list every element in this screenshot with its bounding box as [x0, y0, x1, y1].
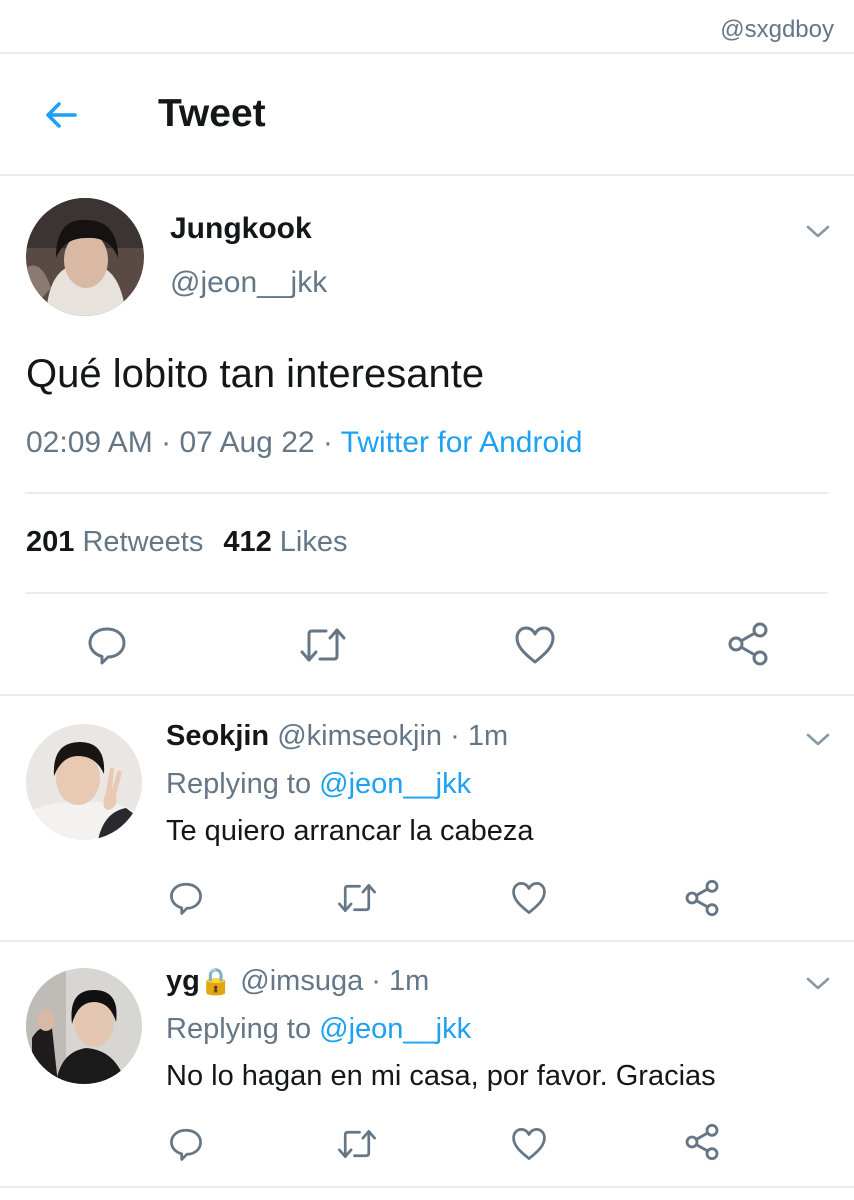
tweet-source-link[interactable]: Twitter for Android — [341, 426, 583, 459]
share-button[interactable] — [722, 618, 774, 670]
divider — [0, 940, 854, 942]
page-title: Tweet — [158, 92, 266, 135]
meta-separator: · — [442, 720, 468, 752]
divider — [0, 694, 854, 696]
retweets-count: 201 — [26, 526, 75, 558]
retweet-icon — [338, 884, 376, 912]
retweet-button[interactable] — [334, 1122, 380, 1166]
heart-icon — [512, 882, 546, 914]
replying-to-mention[interactable]: @jeon__jkk — [319, 768, 471, 800]
meta-separator: · — [152, 426, 180, 459]
author-name[interactable]: Jungkook — [170, 212, 312, 246]
divider — [0, 52, 854, 54]
reply-author-handle[interactable]: @kimseokjin — [277, 720, 442, 752]
more-options-button[interactable] — [802, 216, 834, 248]
divider — [0, 174, 854, 176]
reply-time: 1m — [467, 720, 509, 752]
reply-text: Te quiero arrancar la cabeza — [166, 815, 534, 847]
replying-to: Replying to @jeon__jkk — [166, 1013, 471, 1046]
replying-to-mention[interactable]: @jeon__jkk — [319, 1013, 471, 1045]
likes-count: 412 — [223, 526, 272, 558]
chevron-down-icon — [806, 225, 830, 238]
chevron-down-icon — [806, 977, 830, 990]
share-icon — [685, 1123, 719, 1161]
like-button[interactable] — [508, 1122, 550, 1166]
share-button[interactable] — [680, 876, 724, 920]
heart-icon — [515, 626, 555, 664]
reply-icon — [88, 627, 126, 665]
reply-icon — [170, 1128, 202, 1161]
retweet-icon — [300, 628, 346, 662]
retweet-button[interactable] — [334, 876, 380, 920]
chevron-down-icon — [806, 733, 830, 746]
retweet-button[interactable] — [296, 620, 350, 670]
avatar[interactable] — [26, 724, 142, 840]
like-button[interactable] — [508, 876, 550, 920]
likes-stat[interactable]: 412 Likes — [223, 526, 347, 558]
divider — [25, 492, 828, 494]
heart-icon — [512, 1128, 546, 1160]
divider — [0, 1186, 854, 1188]
replying-to: Replying to @jeon__jkk — [166, 768, 471, 801]
reply-button[interactable] — [166, 876, 206, 920]
lock-icon: 🔒 — [199, 966, 233, 996]
meta-separator: · — [314, 426, 341, 459]
replying-to-label: Replying to — [166, 1013, 312, 1045]
retweets-label: Retweets — [82, 526, 204, 558]
share-icon — [685, 879, 719, 917]
watermark: @sxgdboy — [720, 16, 834, 43]
avatar[interactable] — [26, 968, 142, 1084]
meta-separator: · — [363, 965, 389, 997]
avatar[interactable] — [26, 198, 144, 316]
share-icon — [728, 622, 768, 666]
engagement-counts: 201 Retweets 412 Likes — [26, 526, 348, 559]
reply-time: 1m — [389, 965, 430, 997]
likes-label: Likes — [279, 526, 348, 558]
divider — [25, 592, 828, 594]
tweet-time: 02:09 AM — [26, 426, 153, 459]
share-button[interactable] — [680, 1120, 724, 1164]
replying-to-label: Replying to — [166, 768, 312, 800]
back-button[interactable] — [38, 92, 84, 138]
reply-author-name[interactable]: yg — [166, 965, 200, 997]
reply-header: yg🔒 @imsuga · 1m — [166, 965, 429, 998]
reply-button[interactable] — [82, 620, 132, 670]
reply-author-handle[interactable]: @imsuga — [240, 965, 363, 997]
more-options-button[interactable] — [802, 968, 834, 1000]
like-button[interactable] — [510, 620, 560, 670]
reply-header: Seokjin @kimseokjin · 1m — [166, 720, 508, 753]
reply-author-name[interactable]: Seokjin — [166, 720, 269, 752]
tweet-meta: 02:09 AM · 07 Aug 22 · Twitter for Andro… — [26, 426, 582, 460]
retweet-icon — [338, 1130, 376, 1158]
reply-button[interactable] — [166, 1122, 206, 1166]
author-handle[interactable]: @jeon__jkk — [170, 266, 327, 300]
retweets-stat[interactable]: 201 Retweets — [26, 526, 203, 558]
tweet-date: 07 Aug 22 — [179, 426, 315, 459]
reply-text: No lo hagan en mi casa, por favor. Graci… — [166, 1060, 716, 1092]
tweet-text: Qué lobito tan interesante — [26, 352, 485, 396]
reply-icon — [170, 882, 202, 915]
more-options-button[interactable] — [802, 724, 834, 756]
arrow-left-icon — [46, 102, 77, 128]
